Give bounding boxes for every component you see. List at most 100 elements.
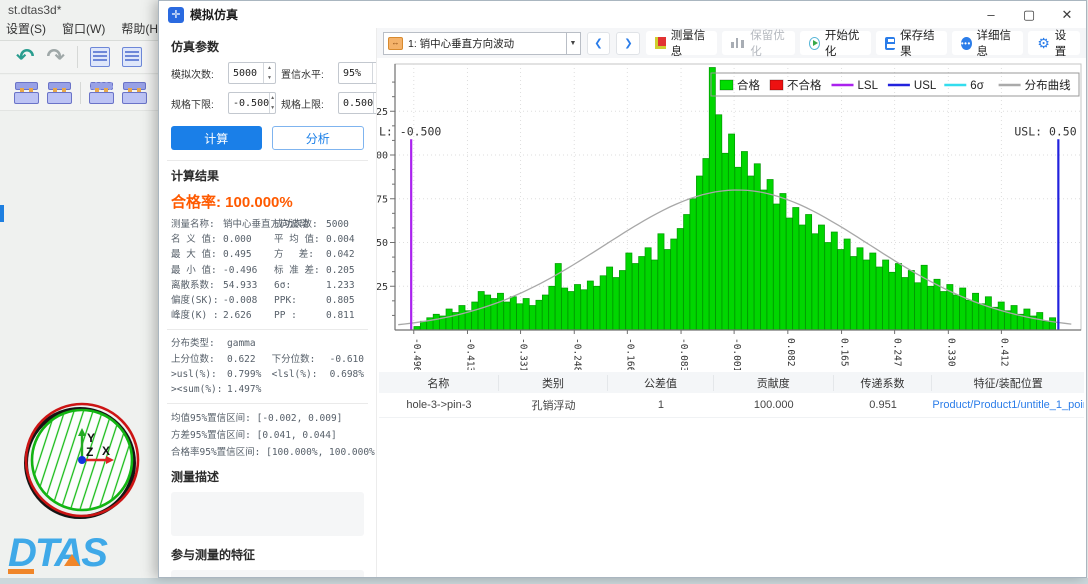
usl-spinner[interactable]: 0.500 ▲▼	[338, 92, 376, 114]
x-tick-label: -0.331	[518, 338, 529, 370]
confidence-select[interactable]: 95% ▼	[338, 62, 376, 84]
toolbar-button-measure-info[interactable]: 测量信息	[646, 30, 717, 58]
x-tick-label: 0.330	[945, 338, 956, 367]
cube-simulate-icon[interactable]	[122, 81, 147, 104]
histogram-bar	[541, 294, 549, 331]
distribution-stats: 分布类型: gamma 上分位数: 0.622 下分位数: -0.610 >usl(%): 0…	[171, 336, 364, 397]
histogram-bar	[773, 203, 780, 331]
dialog-titlebar[interactable]: ✛ 模拟仿真 – ▢ ✕	[159, 1, 1086, 28]
minimize-icon[interactable]: –	[972, 2, 1010, 28]
toolbar-button-chat[interactable]: ••• 详细信息	[951, 30, 1024, 58]
histogram-bar	[747, 175, 755, 331]
toolbar-button-label: 保留优化	[750, 30, 785, 58]
legend-label: LSL	[858, 80, 879, 92]
toolbar-separator	[76, 46, 78, 68]
histogram-bar	[882, 259, 890, 331]
histogram-bar	[850, 256, 857, 331]
stat-row: 测量名称: 销中心垂直方向波动 成功次数: 5000	[171, 219, 349, 230]
confidence-intervals: 均值95%置信区间: [-0.002, 0.009] 方差95%置信区间: [0.…	[171, 410, 376, 461]
legend-swatch	[719, 79, 734, 91]
fixture-icon[interactable]	[89, 81, 114, 104]
histogram-bar	[997, 301, 1005, 331]
histogram-bar	[972, 292, 979, 331]
histogram-bar	[927, 285, 935, 331]
play-icon	[808, 36, 820, 50]
document-icon[interactable]	[89, 47, 110, 67]
feature-link[interactable]: Product/Product1/untitle_1_point	[932, 399, 1084, 411]
histogram-bar	[715, 114, 723, 331]
table-cell: 0.951	[869, 399, 897, 411]
table-header-cell: 贡献度	[714, 374, 834, 391]
menu-item[interactable]: 窗口(W)	[62, 20, 105, 37]
toolbar-button-play[interactable]: 开始优化	[799, 30, 872, 58]
table-cell: hole-3->pin-3	[406, 399, 472, 411]
menu-item[interactable]: 设置(S)	[6, 20, 46, 37]
histogram-bar	[818, 224, 825, 331]
press-tool-icon-2[interactable]	[47, 81, 72, 104]
window-bottom-edge	[0, 578, 1088, 584]
histogram-bar	[683, 214, 691, 331]
histogram-bar	[843, 238, 851, 331]
histogram-bar	[1049, 317, 1057, 331]
menu-item[interactable]: 帮助(H)	[121, 20, 162, 37]
histogram-bar	[907, 270, 915, 331]
stat-row: 最 小 值: -0.496 标 准 差: 0.205	[171, 264, 355, 276]
histogram-bar	[535, 299, 543, 331]
prev-measurement-button[interactable]: ❮	[586, 31, 611, 55]
maximize-icon[interactable]: ▢	[1010, 2, 1048, 28]
chevron-down-icon[interactable]: ▼	[565, 32, 580, 54]
table-header-cell: 公差值	[608, 374, 714, 391]
measure-desc-box[interactable]	[171, 492, 364, 537]
histogram-bar	[792, 207, 800, 331]
sim-count-spinner[interactable]: 5000 ▲ ▼	[228, 62, 276, 84]
toolbar-assembly	[0, 75, 158, 111]
menu-bar: 设置(S) 窗口(W) 帮助(H)	[6, 20, 162, 37]
histogram-bar	[631, 263, 639, 331]
x-tick-label: -0.248	[571, 338, 582, 370]
x-tick-label: 0.082	[785, 338, 796, 367]
histogram-bar	[901, 277, 909, 331]
document-add-icon[interactable]	[121, 47, 142, 67]
histogram-bar	[548, 285, 556, 331]
spinner-arrows[interactable]: ▲▼	[263, 63, 275, 83]
toolbar-button-gear[interactable]: ⚙ 设置	[1028, 30, 1081, 58]
histogram-bar	[574, 284, 581, 331]
viewport-3d[interactable]: Y Z X	[18, 396, 148, 528]
chat-icon: •••	[960, 36, 972, 50]
z-axis-dot	[78, 456, 86, 464]
toolbar-separator	[80, 81, 81, 104]
analyze-button[interactable]: 分析	[271, 126, 364, 150]
close-icon[interactable]: ✕	[1048, 2, 1086, 28]
histogram-bar	[708, 67, 716, 331]
sim-count-label: 模拟次数:	[171, 69, 214, 81]
histogram-bar	[503, 301, 511, 331]
histogram-bar	[593, 285, 601, 331]
toolbar-button-save[interactable]: 保存结果	[876, 30, 947, 58]
histogram-bar	[837, 249, 845, 331]
histogram-bar	[599, 275, 607, 331]
histogram-bar	[798, 224, 806, 331]
legend-label: 不合格	[787, 78, 822, 92]
table-row[interactable]: hole-3->pin-3 孔销浮动 1 100.000 0.951 Product/Pr…	[379, 393, 1084, 418]
histogram-bar	[753, 163, 761, 331]
toolbar-button-bar-chart[interactable]: 保留优化	[721, 30, 795, 58]
features-title: 参与测量的特征	[171, 548, 256, 563]
calculate-button[interactable]: 计算	[171, 126, 262, 150]
side-panel-indicator[interactable]	[0, 205, 4, 222]
press-tool-icon[interactable]	[14, 81, 39, 104]
spinner-arrows[interactable]: ▲▼	[269, 93, 275, 113]
measurement-select[interactable]: ↔ 1: 销中心垂直方向波动 ▼	[383, 31, 581, 55]
lsl-spinner[interactable]: -0.500 ▲ ▼	[228, 92, 276, 114]
histogram-bar	[586, 280, 594, 331]
next-measurement-button[interactable]: ❯	[616, 31, 641, 55]
histogram-bar	[516, 303, 524, 331]
toolbar-button-label: 详细信息	[976, 30, 1012, 58]
undo-icon[interactable]: ↶	[16, 46, 34, 68]
legend-label: USL	[914, 80, 937, 92]
measure-info-icon	[655, 37, 666, 49]
stat-row: 最 大 值: 0.495 方 差: 0.042	[171, 249, 355, 261]
features-box[interactable]: Product: Product1: Base: Base: pin-3Prod…	[171, 570, 364, 577]
histogram-bar	[875, 266, 883, 331]
redo-icon[interactable]: ↷	[46, 46, 64, 68]
histogram-bar	[978, 303, 986, 331]
